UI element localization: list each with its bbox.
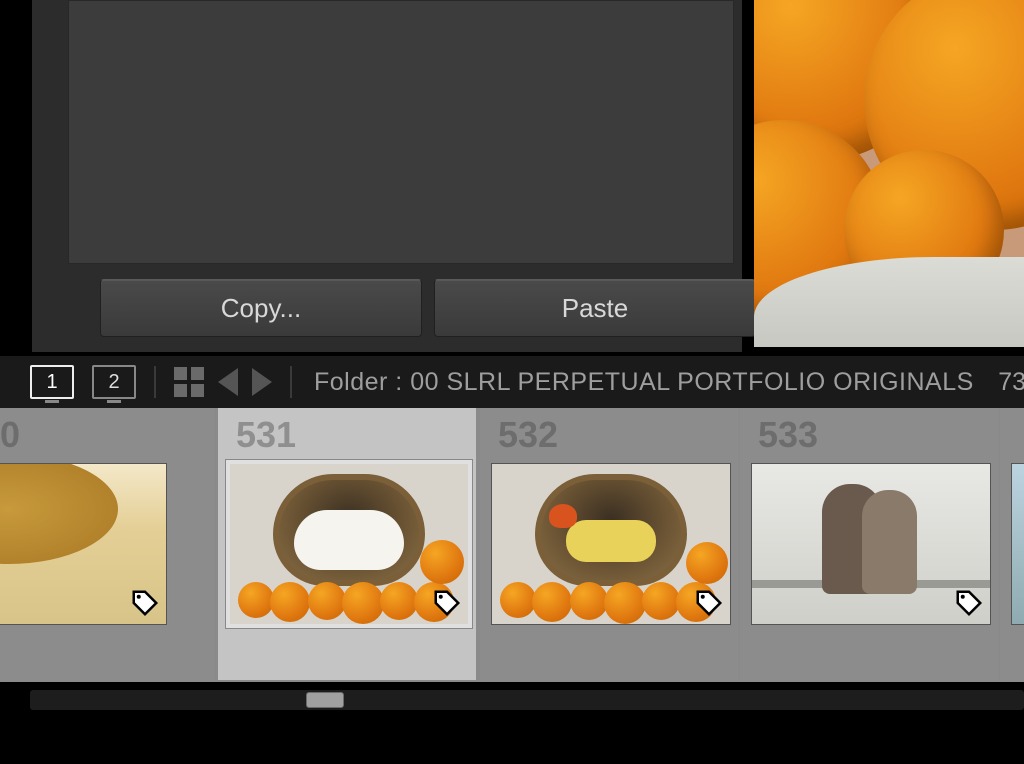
keyword-tag-icon[interactable] [954, 588, 984, 618]
preview-image-content [754, 0, 1024, 347]
photo-count: 73 [998, 368, 1024, 397]
toolbar: 1 2 Folder : 00 SLRL PERPETUAL PORTFOLIO… [0, 356, 1024, 408]
filmstrip-cell[interactable] [1000, 408, 1024, 680]
develop-panel: Copy... Paste [32, 0, 742, 352]
scrollbar-thumb[interactable] [306, 692, 344, 708]
cell-index: 532 [498, 414, 558, 456]
toolbar-separator [154, 366, 156, 398]
filmstrip-scrollbar[interactable] [30, 690, 1024, 710]
screen-1-button[interactable]: 1 [30, 365, 74, 399]
filmstrip-cell[interactable]: 0 [0, 408, 214, 680]
toolbar-separator [290, 366, 292, 398]
grid-view-icon[interactable] [174, 367, 204, 397]
copy-paste-row: Copy... Paste [100, 279, 756, 337]
image-preview[interactable] [754, 0, 1024, 347]
cell-index: 533 [758, 414, 818, 456]
keyword-tag-icon[interactable] [432, 588, 462, 618]
keyword-tag-icon[interactable] [694, 588, 724, 618]
screen-2-button[interactable]: 2 [92, 365, 136, 399]
filmstrip[interactable]: 0 531 532 [0, 408, 1024, 710]
paste-button[interactable]: Paste [434, 279, 756, 337]
filmstrip-cell[interactable]: 532 [480, 408, 738, 680]
filmstrip-cell[interactable]: 533 [740, 408, 998, 680]
thumbnail[interactable] [230, 464, 468, 624]
filmstrip-cell-selected[interactable]: 531 [218, 408, 476, 680]
thumbnail[interactable] [0, 464, 166, 624]
keyword-tag-icon[interactable] [130, 588, 160, 618]
thumbnail[interactable] [752, 464, 990, 624]
cell-index: 531 [236, 414, 296, 456]
nav-prev-icon[interactable] [218, 368, 238, 396]
thumbnail[interactable] [1012, 464, 1024, 624]
top-area: Copy... Paste [0, 0, 1024, 352]
folder-label: Folder : 00 SLRL PERPETUAL PORTFOLIO ORI… [314, 368, 974, 397]
thumbnail[interactable] [492, 464, 730, 624]
copy-button[interactable]: Copy... [100, 279, 422, 337]
cell-index: 0 [0, 414, 20, 456]
panel-content-area [68, 0, 734, 264]
nav-next-icon[interactable] [252, 368, 272, 396]
